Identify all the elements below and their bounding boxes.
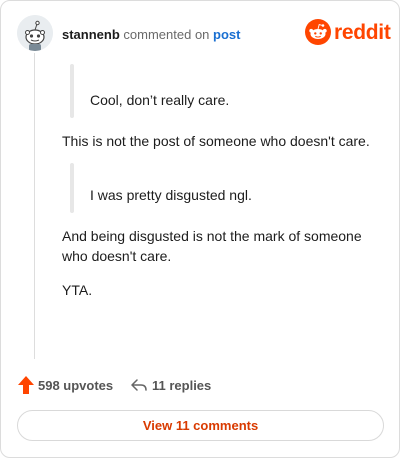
reddit-logo[interactable]: reddit: [305, 19, 391, 47]
reddit-alien-icon: [305, 19, 331, 45]
blockquote: I was pretty disgusted ngl.: [70, 163, 382, 213]
reddit-wordmark: reddit: [334, 21, 391, 44]
paragraph: This is not the post of someone who does…: [62, 133, 370, 149]
thread-line: [34, 53, 35, 359]
byline: stannenb commented on post: [62, 27, 241, 42]
snoo-avatar-icon[interactable]: [17, 15, 53, 51]
embedded-comment-card: stannenb commented on post reddit Cool, …: [0, 0, 400, 458]
comment-footer: 598 upvotes 11 replies: [17, 373, 383, 397]
paragraph: And being disgusted is not the mark of s…: [62, 228, 362, 264]
reply-arrow-icon: [131, 379, 147, 391]
reply-count: 11 replies: [152, 378, 212, 393]
blockquote: Cool, don’t really care.: [70, 64, 382, 118]
quote-text: Cool, don’t really care.: [90, 92, 230, 108]
upvote-arrow-icon[interactable]: [17, 375, 35, 395]
username-link[interactable]: stannenb: [62, 27, 120, 42]
quote-bar: [70, 163, 74, 213]
comment-body: Cool, don’t really care. This is not the…: [62, 64, 382, 300]
quote-text: I was pretty disgusted ngl.: [90, 187, 252, 203]
quote-bar: [70, 64, 74, 118]
paragraph: YTA.: [62, 282, 93, 298]
view-comments-button[interactable]: View 11 comments: [17, 410, 384, 441]
post-link[interactable]: post: [213, 27, 240, 42]
comment-header: stannenb commented on post reddit: [17, 15, 391, 51]
byline-verb: commented on: [123, 27, 210, 42]
upvote-count: 598 upvotes: [38, 378, 114, 393]
